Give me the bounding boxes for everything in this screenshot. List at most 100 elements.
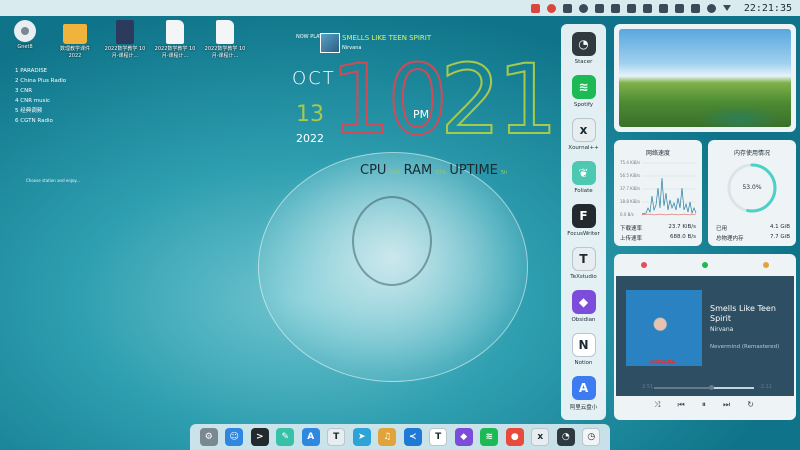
dock-finder-icon[interactable]: ☺ xyxy=(225,428,244,446)
photo-widget xyxy=(614,24,796,132)
dock-obsidian-icon[interactable]: ◆ xyxy=(454,428,473,446)
caret-down-icon[interactable] xyxy=(722,5,731,11)
radio-item[interactable]: 4 CNR music xyxy=(15,96,66,106)
pause-icon[interactable]: ⏸ xyxy=(702,400,706,410)
spotify-icon[interactable] xyxy=(701,262,708,268)
ram-label: RAM xyxy=(403,163,433,178)
app-name: 阿里云盘小 xyxy=(569,405,598,411)
radio-item[interactable]: 5 经典调频 xyxy=(15,106,66,116)
dock-chrome-icon[interactable]: ● xyxy=(505,428,524,446)
dock-system-settings-icon[interactable]: ⚙ xyxy=(199,428,218,446)
net-tick: 18.8 KiB/s xyxy=(620,199,640,204)
dock-notes-icon[interactable]: ✎ xyxy=(276,428,295,446)
app-launcher-item[interactable]: A 阿里云盘小 xyxy=(561,376,606,411)
shuffle-icon[interactable]: ⤨ xyxy=(654,400,660,410)
desktop-icon-doc-2[interactable]: 2022数学教学 10月-课程计... xyxy=(203,20,247,60)
clock-year: 2022 xyxy=(296,132,324,145)
desktop-icon-gnet8[interactable]: Gnet8 xyxy=(3,20,47,51)
vlc-icon[interactable] xyxy=(762,262,769,268)
net-tick: 37.7 KiB/s xyxy=(620,186,640,191)
volume-icon[interactable] xyxy=(690,3,700,13)
app-icon: x xyxy=(571,118,596,142)
app-launcher-item[interactable]: F FocusWriter xyxy=(561,204,606,237)
radio-status: Choose station and enjoy... xyxy=(26,178,81,183)
network-speed-widget: 网络速度 75.4 KiB/s 56.5 KiB/s 37.7 KiB/s 18… xyxy=(614,140,702,246)
radio-item[interactable]: 1 PARADISE xyxy=(15,66,66,76)
wallpaper-jellyfish-core xyxy=(352,196,432,286)
dock-music-player-icon[interactable]: ♫ xyxy=(378,428,397,446)
play-icon[interactable] xyxy=(610,3,620,13)
upload-value: 688.0 B/s xyxy=(670,234,696,240)
app-launcher-panel: ◔ Stacer ≋ Spotify x Xournal++ ❦ Foliate F FocusW… xyxy=(561,24,606,420)
now-playing-song: SMELLS LIKE TEEN SPIRIT xyxy=(342,34,432,42)
wifi-icon[interactable] xyxy=(706,3,716,13)
desktop-icon-folder[interactable]: 数理教学课件 2022 xyxy=(53,20,97,60)
radio-item[interactable]: 6 CGTN Radio xyxy=(15,116,66,126)
app-name: Stacer xyxy=(574,59,593,65)
radio-item[interactable]: 3 CNR xyxy=(15,86,66,96)
dock-spotify-icon[interactable]: ≋ xyxy=(480,428,499,446)
system-clock[interactable]: 22:21:35 xyxy=(744,3,792,14)
pause-icon[interactable] xyxy=(626,3,636,13)
weather-icon[interactable] xyxy=(578,3,588,13)
music-progress-bar[interactable] xyxy=(654,385,754,390)
app-icon: ◔ xyxy=(571,32,596,56)
music-source-tabs xyxy=(614,254,796,276)
landscape-photo xyxy=(619,29,791,127)
ram-value: 53% xyxy=(435,170,447,176)
dock-app-store-icon[interactable]: A xyxy=(301,428,320,446)
heart-icon[interactable] xyxy=(641,262,648,268)
memory-title: 内存使用情况 xyxy=(733,150,770,157)
app-launcher-item[interactable]: ≋ Spotify xyxy=(561,75,606,108)
desktop-icon-doc-1[interactable]: 2022数学教学 10月-课程计... xyxy=(153,20,197,60)
app-name: Spotify xyxy=(573,102,594,108)
app-icon: T xyxy=(571,247,596,271)
music-progress-knob[interactable] xyxy=(709,385,714,390)
top-bar: 22:21:35 xyxy=(0,0,800,16)
doc-icon[interactable] xyxy=(594,3,604,13)
app-launcher-item[interactable]: T TeXstudio xyxy=(561,247,606,280)
app-icon: ❦ xyxy=(571,161,596,185)
document-icon xyxy=(166,20,184,44)
bluetooth-icon[interactable] xyxy=(674,3,684,13)
pin-icon[interactable] xyxy=(562,3,572,13)
dock-terminal-icon[interactable]: > xyxy=(250,428,269,446)
dock-typora-icon[interactable]: T xyxy=(429,428,448,446)
music-now-playing: NIRVANA Smells Like Teen Spirit Nirvana … xyxy=(616,276,794,396)
notify-icon[interactable] xyxy=(530,3,540,13)
book-icon xyxy=(116,20,134,44)
dock-clock-icon[interactable]: ◷ xyxy=(582,428,601,446)
dock-vscode-icon[interactable]: ≺ xyxy=(403,428,422,446)
app-name: Foliate xyxy=(574,188,593,194)
previous-icon[interactable]: ⏮ xyxy=(678,400,685,410)
grid-icon[interactable] xyxy=(658,3,668,13)
uptime-label: UPTIME xyxy=(449,163,498,178)
app-launcher-item[interactable]: ❦ Foliate xyxy=(561,161,606,194)
next-icon[interactable]: ⏭ xyxy=(723,400,730,410)
clock-hour: 10 xyxy=(329,44,449,156)
app-name: Obsidian xyxy=(571,317,596,323)
gear-icon xyxy=(14,20,36,42)
window-icon[interactable] xyxy=(642,3,652,13)
radio-item[interactable]: 2 China Plus Radio xyxy=(15,76,66,86)
app-icon: ◆ xyxy=(571,290,596,314)
memory-total-label: 总物理内存 xyxy=(716,236,744,242)
cpu-value: 20% xyxy=(389,170,401,176)
dock-texstudio-icon[interactable]: T xyxy=(327,428,346,446)
app-icon: F xyxy=(571,204,596,228)
app-launcher-item[interactable]: x Xournal++ xyxy=(561,118,606,151)
album-cover-text: NIRVANA xyxy=(650,360,676,366)
app-icon: ≋ xyxy=(571,75,596,99)
desktop-icon-book[interactable]: 2022数学教学 10月-课程计... xyxy=(103,20,147,60)
repeat-icon[interactable]: ↻ xyxy=(747,400,754,410)
dock-telegram-icon[interactable]: ➤ xyxy=(352,428,371,446)
app-launcher-item[interactable]: ◔ Stacer xyxy=(561,32,606,65)
clock-ampm: PM xyxy=(413,108,430,121)
dock-stacer-icon[interactable]: ◔ xyxy=(556,428,575,446)
app-launcher-item[interactable]: N Notion xyxy=(561,333,606,366)
app-icon: A xyxy=(571,376,596,400)
alert-icon[interactable] xyxy=(546,3,556,13)
app-launcher-item[interactable]: ◆ Obsidian xyxy=(561,290,606,323)
download-row: 下载速率 23.7 KiB/s xyxy=(620,224,696,232)
dock-xournal-icon[interactable]: x xyxy=(531,428,550,446)
